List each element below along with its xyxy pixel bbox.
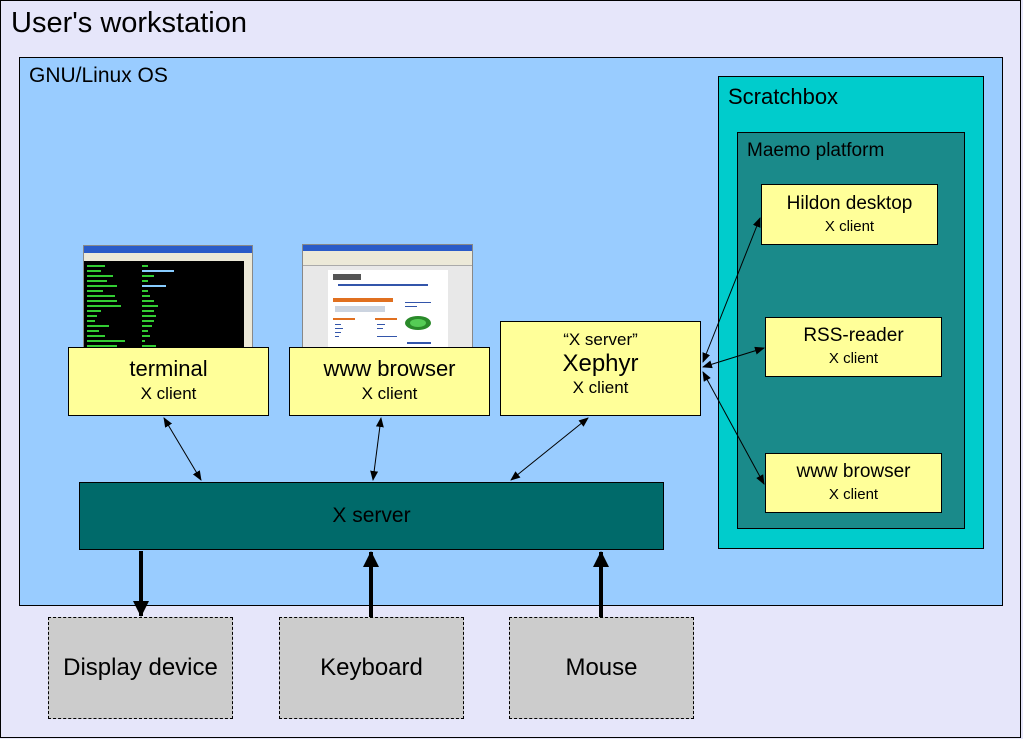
connection-arrows [133, 217, 765, 617]
arrow-xephyr-rss [702, 346, 765, 369]
arrow-browser-xserver [370, 417, 384, 481]
arrow-xephyr-xserver [510, 417, 589, 481]
arrow-xephyr-hildon [702, 217, 761, 363]
arrow-terminal-xserver [163, 417, 202, 481]
arrow-xephyr-maemo-browser [702, 371, 765, 485]
